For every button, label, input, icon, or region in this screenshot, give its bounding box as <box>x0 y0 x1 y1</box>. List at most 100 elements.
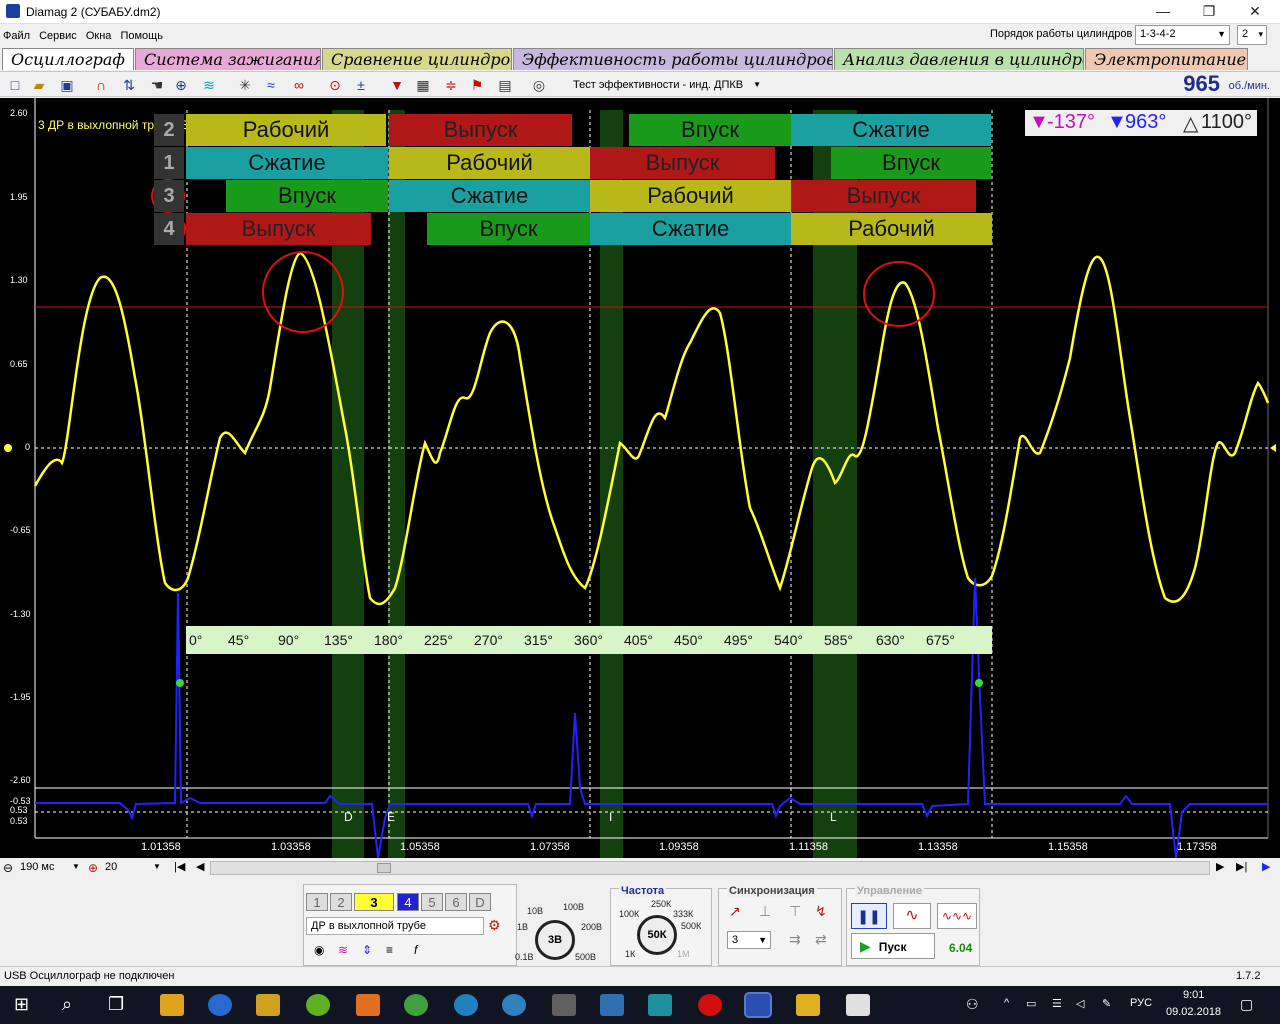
channel-5-button[interactable]: 5 <box>421 893 443 911</box>
network-icon[interactable]: ☰ <box>1052 997 1062 1010</box>
volume-icon[interactable]: ◁ <box>1076 997 1084 1010</box>
filter-icon[interactable]: ≋ <box>200 76 218 94</box>
app-taskbar-icon[interactable] <box>502 994 526 1016</box>
marker-label[interactable]: D <box>344 810 353 824</box>
menu-file[interactable]: Файл <box>0 26 33 46</box>
function-icon[interactable]: f <box>414 943 417 957</box>
pen-icon[interactable]: ✎ <box>1102 997 1111 1010</box>
last-page-icon[interactable]: ▶| <box>1236 860 1247 873</box>
browser-taskbar-icon[interactable] <box>208 994 232 1016</box>
grid-icon[interactable]: ▦ <box>414 76 432 94</box>
tab-cylinder-compare[interactable]: Сравнение цилиндров <box>322 48 512 70</box>
notifications-icon[interactable]: ▢ <box>1240 996 1253 1013</box>
channel-4-button[interactable]: 4 <box>397 893 419 911</box>
single-wave-button[interactable]: ∿ <box>893 903 931 929</box>
diamag-taskbar-icon[interactable] <box>744 992 772 1018</box>
language-indicator[interactable]: РУС <box>1130 997 1152 1009</box>
lines-icon[interactable]: ≡ <box>386 943 393 957</box>
zoom-icon[interactable]: ⊕ <box>172 76 190 94</box>
crosshair-icon[interactable]: ✳ <box>236 76 254 94</box>
menu-help[interactable]: Помощь <box>117 26 166 46</box>
app-taskbar-icon[interactable] <box>648 994 672 1016</box>
first-page-icon[interactable]: |◀ <box>174 860 185 873</box>
invert-icon[interactable]: ⇕ <box>362 943 372 957</box>
save-icon[interactable]: ▣ <box>58 76 76 94</box>
maximize-button[interactable]: ❐ <box>1186 0 1232 24</box>
document-icon[interactable]: ▤ <box>496 76 514 94</box>
eye-icon[interactable]: ◉ <box>314 943 324 957</box>
amplitude-knob[interactable]: 3В <box>535 920 575 960</box>
cursor-measure-icon[interactable]: ⇅ <box>120 76 138 94</box>
wave-icon[interactable]: ≋ <box>338 943 348 957</box>
tab-pressure-analysis[interactable]: Анализ давления в цилиндре <box>834 48 1084 70</box>
channel-2-button[interactable]: 2 <box>330 893 352 911</box>
shrink-icon[interactable]: ⇄ <box>815 931 827 948</box>
chevron-up-icon[interactable]: ^ <box>1004 997 1009 1009</box>
app-taskbar-icon[interactable] <box>552 994 576 1016</box>
hand-icon[interactable]: ☚ <box>148 76 166 94</box>
sync-channel-select[interactable]: 3 ▼ <box>727 931 771 949</box>
auto-trigger-icon[interactable]: ↯ <box>815 903 827 920</box>
edge-up-icon[interactable]: ⊥ <box>759 903 771 920</box>
app-taskbar-icon[interactable] <box>356 994 380 1016</box>
opera-taskbar-icon[interactable] <box>698 994 722 1016</box>
frequency-knob[interactable]: 50К <box>637 915 677 955</box>
channel-6-button[interactable]: 6 <box>445 893 467 911</box>
search-icon[interactable]: ⌕ <box>62 994 72 1015</box>
channel-1-button[interactable]: 1 <box>306 893 328 911</box>
curve-icon[interactable]: ∩ <box>92 76 110 94</box>
expand-icon[interactable]: ⇉ <box>789 931 801 948</box>
pause-button[interactable]: ❚❚ <box>851 903 887 929</box>
chevron-down-icon[interactable]: ▼ <box>153 862 161 871</box>
app-taskbar-icon[interactable] <box>796 994 820 1016</box>
new-file-icon[interactable]: □ <box>6 76 24 94</box>
mode-select[interactable]: Тест эффективности - инд. ДПКВ ▼ <box>567 76 767 94</box>
tab-cylinder-efficiency[interactable]: Эффективность работы цилиндров <box>513 48 833 70</box>
cylinder-count-select[interactable]: 2 ▾ <box>1237 25 1267 45</box>
auto-icon[interactable]: ◎ <box>530 76 548 94</box>
menu-windows[interactable]: Окна <box>83 26 115 46</box>
time-base-value[interactable]: 190 мс <box>20 861 54 873</box>
settings-icon[interactable]: ⚙ <box>488 917 501 934</box>
app-taskbar-icon[interactable] <box>256 994 280 1016</box>
chevron-down-icon[interactable]: ▼ <box>72 862 80 871</box>
zoom-out-icon[interactable]: ⊖ <box>3 861 13 875</box>
flag-icon[interactable]: ⚑ <box>468 76 486 94</box>
scroll-thumb[interactable] <box>377 863 391 873</box>
open-folder-icon[interactable]: ▰ <box>30 76 48 94</box>
photos-taskbar-icon[interactable] <box>846 994 870 1016</box>
minimize-button[interactable]: — <box>1140 0 1186 24</box>
marker-filter-icon[interactable]: ▼ <box>388 76 406 94</box>
app-taskbar-icon[interactable] <box>600 994 624 1016</box>
edge-down-icon[interactable]: ⊤ <box>789 903 801 920</box>
channel-3-button[interactable]: 3 <box>354 893 394 911</box>
zoom-in-icon[interactable]: ⊕ <box>88 861 98 875</box>
zero-icon[interactable]: ± <box>352 76 370 94</box>
time-scrollbar[interactable] <box>210 861 1210 875</box>
marker-label[interactable]: E <box>387 810 395 824</box>
auto-sync-icon[interactable]: ⊙ <box>326 76 344 94</box>
task-view-icon[interactable]: ❐ <box>108 994 124 1015</box>
clock-date[interactable]: 09.02.2018 <box>1166 1006 1221 1018</box>
clock-time[interactable]: 9:01 <box>1183 989 1204 1001</box>
threshold-icon[interactable]: ≑ <box>442 76 460 94</box>
next-icon[interactable]: ▶ <box>1216 860 1224 873</box>
cylinder-order-select[interactable]: 1-3-4-2 ▼ <box>1135 25 1230 45</box>
multi-wave-button[interactable]: ∿∿∿ <box>937 903 977 929</box>
waveform-icon[interactable]: ≈ <box>262 76 280 94</box>
channel-d-button[interactable]: D <box>469 893 491 911</box>
menu-service[interactable]: Сервис <box>36 26 80 46</box>
oscilloscope-display[interactable]: 3 ДР в выхлопной трубе (В) 2.60 1.95 1.3… <box>0 98 1280 858</box>
zoom-value[interactable]: 20 <box>105 861 117 873</box>
channel-name-field[interactable]: ДР в выхлопной трубе <box>306 917 484 935</box>
play-forward-icon[interactable]: ▶ <box>1262 860 1270 873</box>
loop-icon[interactable]: ∞ <box>290 76 308 94</box>
marker-label[interactable]: I <box>609 810 612 824</box>
close-button[interactable]: ✕ <box>1232 0 1278 24</box>
start-button[interactable]: ▶ Пуск <box>851 933 935 959</box>
marker-label[interactable]: L <box>830 810 837 824</box>
app-taskbar-icon[interactable] <box>306 994 330 1016</box>
windows-start-icon[interactable]: ⊞ <box>14 994 29 1015</box>
people-icon[interactable]: ⚇ <box>966 996 979 1013</box>
tab-ignition[interactable]: Система зажигания <box>135 48 321 70</box>
